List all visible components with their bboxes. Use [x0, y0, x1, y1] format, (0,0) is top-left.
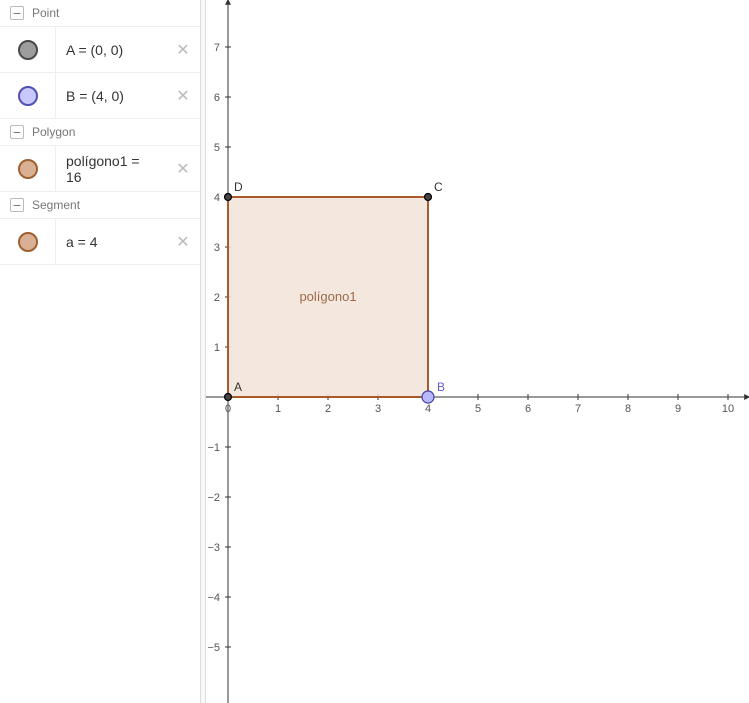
x-tick-label: 2 [325, 403, 331, 415]
group-header-point[interactable]: − Point [0, 0, 200, 27]
y-tick-label: −2 [207, 492, 220, 504]
y-tick-label: −5 [207, 642, 220, 654]
y-tick-label: 5 [214, 142, 220, 154]
y-tick-label: −4 [207, 592, 220, 604]
point-label-B: B [437, 380, 445, 394]
x-tick-label: 4 [425, 403, 431, 415]
y-tick-label: 2 [214, 292, 220, 304]
algebra-item[interactable]: A = (0, 0) ✕ [0, 27, 200, 73]
point-C[interactable] [425, 194, 432, 201]
collapse-icon[interactable]: − [10, 6, 24, 20]
swatch-cell[interactable] [0, 146, 56, 191]
item-label: polígono1 = 16 [56, 153, 166, 185]
x-tick-label: 10 [722, 403, 734, 415]
swatch-cell[interactable] [0, 219, 56, 264]
y-tick-label: −1 [207, 442, 220, 454]
point-swatch-icon [18, 86, 38, 106]
point-label-A: A [234, 380, 242, 394]
x-tick-label: 1 [275, 403, 281, 415]
x-tick-label: 0 [225, 403, 231, 415]
point-swatch-icon [18, 40, 38, 60]
swatch-cell[interactable] [0, 73, 56, 118]
item-label: B = (4, 0) [56, 88, 166, 104]
x-tick-label: 6 [525, 403, 531, 415]
item-label: A = (0, 0) [56, 42, 166, 58]
x-tick-label: 8 [625, 403, 631, 415]
x-tick-label: 9 [675, 403, 681, 415]
graph-canvas[interactable]: 0 1 2 3 4 5 6 7 8 9 10 −5 −4 −3 −2 −1 1 2 3 4 5 6 7 polígono1 A B… [206, 0, 749, 703]
algebra-sidebar: − Point A = (0, 0) ✕ B = (4, 0) ✕ − Poly… [0, 0, 200, 703]
y-tick-label: −3 [207, 542, 220, 554]
algebra-item[interactable]: B = (4, 0) ✕ [0, 73, 200, 119]
graphics-view[interactable]: 0 1 2 3 4 5 6 7 8 9 10 −5 −4 −3 −2 −1 1 2 3 4 5 6 7 polígono1 A B… [206, 0, 749, 703]
segment-swatch-icon [18, 232, 38, 252]
point-label-D: D [234, 180, 243, 194]
point-A[interactable] [225, 394, 232, 401]
item-label: a = 4 [56, 234, 166, 250]
group-title: Point [32, 6, 59, 20]
point-label-C: C [434, 180, 443, 194]
y-tick-label: 6 [214, 92, 220, 104]
polygon-label: polígono1 [299, 289, 356, 304]
x-tick-label: 3 [375, 403, 381, 415]
point-B[interactable] [422, 391, 434, 403]
y-tick-label: 3 [214, 242, 220, 254]
group-header-segment[interactable]: − Segment [0, 192, 200, 219]
algebra-item[interactable]: a = 4 ✕ [0, 219, 200, 265]
x-tick-label: 7 [575, 403, 581, 415]
close-icon[interactable]: ✕ [166, 146, 200, 191]
y-tick-label: 4 [214, 192, 220, 204]
collapse-icon[interactable]: − [10, 198, 24, 212]
polygon-swatch-icon [18, 159, 38, 179]
collapse-icon[interactable]: − [10, 125, 24, 139]
swatch-cell[interactable] [0, 27, 56, 72]
y-tick-label: 7 [214, 42, 220, 54]
close-icon[interactable]: ✕ [166, 73, 200, 118]
y-tick-label: 1 [214, 342, 220, 354]
group-title: Segment [32, 198, 80, 212]
close-icon[interactable]: ✕ [166, 219, 200, 264]
group-title: Polygon [32, 125, 75, 139]
close-icon[interactable]: ✕ [166, 27, 200, 72]
x-tick-label: 5 [475, 403, 481, 415]
point-D[interactable] [225, 194, 232, 201]
group-header-polygon[interactable]: − Polygon [0, 119, 200, 146]
algebra-item[interactable]: polígono1 = 16 ✕ [0, 146, 200, 192]
